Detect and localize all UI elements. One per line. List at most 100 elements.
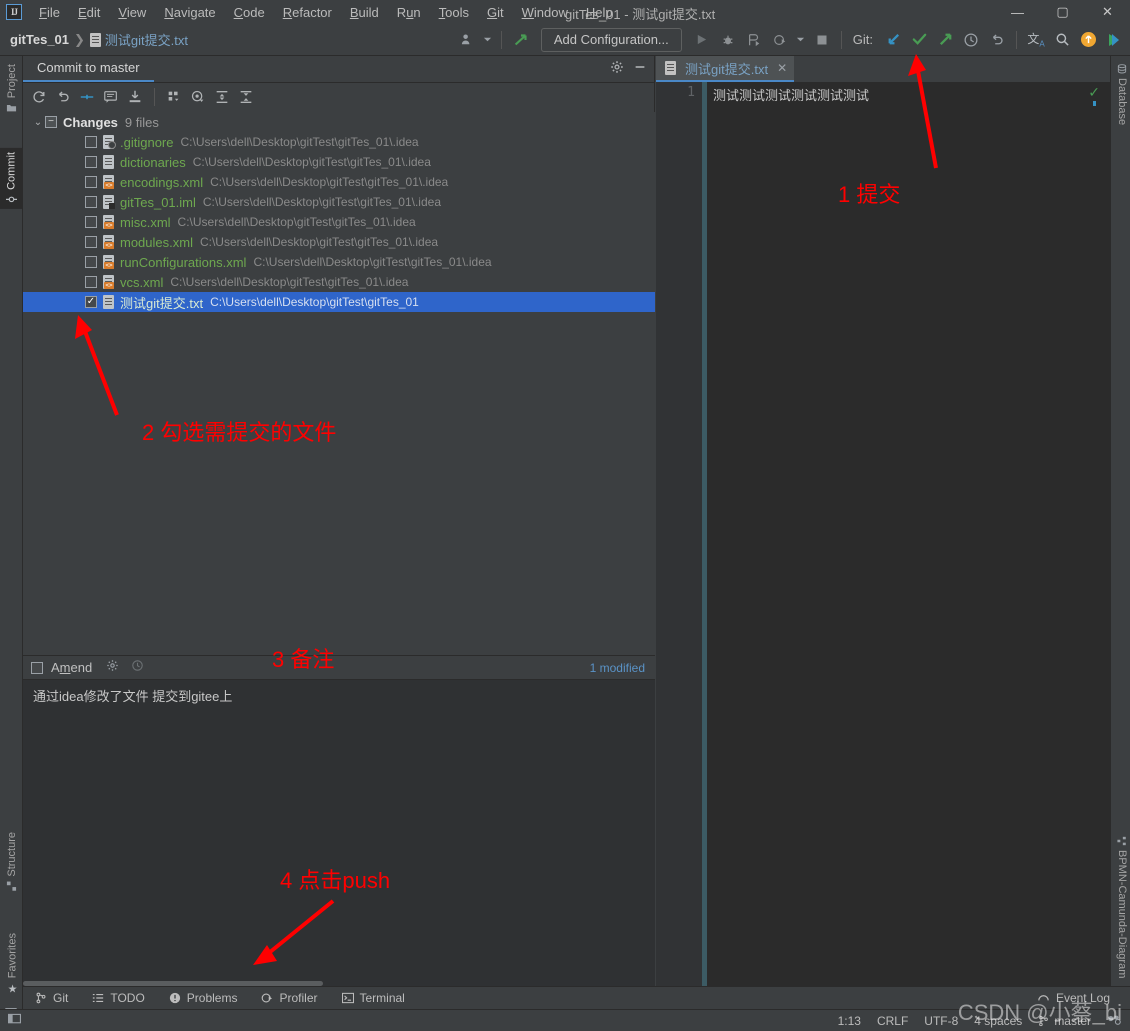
menu-edit[interactable]: Edit bbox=[69, 2, 109, 23]
update-icon[interactable] bbox=[124, 86, 146, 108]
file-checkbox[interactable] bbox=[85, 236, 97, 248]
bottom-tab-terminal[interactable]: Terminal bbox=[330, 987, 417, 1010]
run-config-dropdown-icon[interactable] bbox=[794, 28, 808, 52]
bottom-tab-git[interactable]: Git bbox=[23, 987, 80, 1010]
git-history-icon[interactable] bbox=[959, 28, 983, 52]
minimize-button[interactable]: — bbox=[995, 0, 1040, 24]
text-file-icon bbox=[103, 295, 115, 309]
group-by-icon[interactable] bbox=[163, 86, 185, 108]
file-encoding[interactable]: UTF-8 bbox=[924, 1014, 958, 1028]
search-icon[interactable] bbox=[1050, 28, 1074, 52]
bottom-tab-todo[interactable]: TODO bbox=[80, 987, 156, 1010]
commit-message-text[interactable]: 通过idea修改了文件 提交到gitee上 bbox=[23, 680, 655, 714]
status-layout-icon[interactable] bbox=[8, 1012, 22, 1030]
menu-build[interactable]: Build bbox=[341, 2, 388, 23]
commit-message-history-icon[interactable] bbox=[100, 86, 122, 108]
sidebar-item-commit[interactable]: Commit bbox=[0, 148, 23, 209]
code-text-area[interactable]: 测试测试测试测试测试测试 ✓ bbox=[707, 82, 1110, 986]
caret-position[interactable]: 1:13 bbox=[838, 1014, 861, 1028]
sidebar-item-database[interactable]: Database bbox=[1112, 60, 1130, 129]
git-push-icon[interactable] bbox=[933, 28, 957, 52]
translate-icon[interactable]: 文A bbox=[1024, 28, 1048, 52]
search-everywhere-arrow-icon[interactable] bbox=[509, 28, 533, 52]
editor-tab-file[interactable]: 测试git提交.txt ✕ bbox=[656, 56, 795, 82]
file-checkbox[interactable] bbox=[85, 256, 97, 268]
upload-badge-icon[interactable] bbox=[1076, 28, 1100, 52]
file-checkbox[interactable] bbox=[85, 216, 97, 228]
stop-icon[interactable] bbox=[810, 28, 834, 52]
minimize-panel-icon[interactable] bbox=[633, 60, 647, 79]
run-icon[interactable] bbox=[690, 28, 714, 52]
table-row-selected[interactable]: ✓ 测试git提交.txt C:\Users\dell\Desktop\gitT… bbox=[23, 292, 655, 312]
shelve-changes-icon[interactable] bbox=[76, 86, 98, 108]
menu-refactor[interactable]: Refactor bbox=[274, 2, 341, 23]
bottom-tab-profiler[interactable]: Profiler bbox=[249, 987, 329, 1010]
line-separator[interactable]: CRLF bbox=[877, 1014, 908, 1028]
sidebar-item-bpmn-diagram[interactable]: BPMN-Camunda-Diagram bbox=[1112, 832, 1130, 982]
expand-all-icon[interactable] bbox=[211, 86, 233, 108]
git-update-project-icon[interactable] bbox=[881, 28, 905, 52]
commit-message-box[interactable]: 通过idea修改了文件 提交到gitee上 bbox=[23, 679, 655, 1009]
preview-diff-icon[interactable] bbox=[187, 86, 209, 108]
git-commit-icon[interactable] bbox=[907, 28, 931, 52]
git-branch-widget[interactable]: master bbox=[1038, 1014, 1091, 1028]
menu-file[interactable]: File bbox=[30, 2, 69, 23]
event-log-button[interactable]: Event Log bbox=[1025, 987, 1122, 1010]
file-checkbox[interactable] bbox=[85, 156, 97, 168]
git-rollback-icon[interactable] bbox=[985, 28, 1009, 52]
table-row[interactable]: gitTes_01.iml C:\Users\dell\Desktop\gitT… bbox=[23, 192, 655, 212]
rollback-icon[interactable] bbox=[52, 86, 74, 108]
amend-checkbox[interactable] bbox=[31, 661, 43, 674]
profile-icon[interactable] bbox=[768, 28, 792, 52]
sidebar-item-favorites[interactable]: ★ Favorites bbox=[2, 929, 23, 999]
indent-setting[interactable]: 4 spaces bbox=[974, 1014, 1022, 1028]
table-row[interactable]: <> runConfigurations.xml C:\Users\dell\D… bbox=[23, 252, 655, 272]
table-row[interactable]: dictionaries C:\Users\dell\Desktop\gitTe… bbox=[23, 152, 655, 172]
changes-root-node[interactable]: ⌄ − Changes 9 files bbox=[23, 112, 655, 132]
status-notifications-icon[interactable] bbox=[1107, 1013, 1122, 1029]
table-row[interactable]: <> vcs.xml C:\Users\dell\Desktop\gitTest… bbox=[23, 272, 655, 292]
chevron-down-icon[interactable] bbox=[482, 28, 494, 52]
run-anything-icon[interactable] bbox=[1102, 28, 1126, 52]
refresh-icon[interactable] bbox=[28, 86, 50, 108]
file-checkbox[interactable] bbox=[85, 196, 97, 208]
changes-tristate-checkbox[interactable]: − bbox=[45, 116, 57, 128]
star-icon: ★ bbox=[6, 982, 18, 995]
commit-history-clock-icon[interactable] bbox=[131, 659, 144, 677]
breadcrumb-project[interactable]: gitTes_01 bbox=[10, 32, 69, 47]
debug-icon[interactable] bbox=[716, 28, 740, 52]
maximize-button[interactable]: ▢ bbox=[1040, 0, 1085, 24]
menu-tools[interactable]: Tools bbox=[430, 2, 478, 23]
add-configuration-button[interactable]: Add Configuration... bbox=[540, 27, 682, 52]
inspection-ok-icon[interactable]: ✓ bbox=[1088, 84, 1100, 101]
text-file-icon bbox=[103, 155, 115, 169]
navigation-toolbar: gitTes_01 ❯ 测试git提交.txt Add Configuratio… bbox=[0, 24, 1130, 56]
commit-to-master-tab[interactable]: Commit to master bbox=[23, 56, 154, 82]
sidebar-item-structure[interactable]: Structure bbox=[2, 828, 22, 896]
file-checkbox[interactable] bbox=[85, 136, 97, 148]
bottom-tab-problems[interactable]: Problems bbox=[157, 987, 250, 1010]
sidebar-item-project[interactable]: Project bbox=[2, 60, 22, 117]
menu-run[interactable]: Run bbox=[388, 2, 430, 23]
table-row[interactable]: <> encodings.xml C:\Users\dell\Desktop\g… bbox=[23, 172, 655, 192]
table-row[interactable]: <> modules.xml C:\Users\dell\Desktop\git… bbox=[23, 232, 655, 252]
table-row[interactable]: .gitignore C:\Users\dell\Desktop\gitTest… bbox=[23, 132, 655, 152]
menu-navigate[interactable]: Navigate bbox=[155, 2, 224, 23]
close-tab-icon[interactable]: ✕ bbox=[777, 61, 787, 75]
file-checkbox[interactable] bbox=[85, 276, 97, 288]
commit-options-gear-icon[interactable] bbox=[106, 659, 119, 677]
table-row[interactable]: <> misc.xml C:\Users\dell\Desktop\gitTes… bbox=[23, 212, 655, 232]
run-with-coverage-icon[interactable] bbox=[742, 28, 766, 52]
file-checkbox[interactable] bbox=[85, 176, 97, 188]
breadcrumb-file[interactable]: 测试git提交.txt bbox=[105, 30, 188, 49]
menu-git[interactable]: Git bbox=[478, 2, 513, 23]
file-checkbox-checked[interactable]: ✓ bbox=[85, 296, 97, 308]
editor-body[interactable]: 1 测试测试测试测试测试测试 ✓ bbox=[656, 82, 1110, 986]
menu-code[interactable]: Code bbox=[225, 2, 274, 23]
gear-icon[interactable] bbox=[610, 60, 624, 79]
close-button[interactable]: ✕ bbox=[1085, 0, 1130, 24]
chevron-down-icon[interactable]: ⌄ bbox=[31, 117, 45, 128]
account-icon[interactable] bbox=[456, 28, 480, 52]
menu-view[interactable]: View bbox=[109, 2, 155, 23]
collapse-all-icon[interactable] bbox=[235, 86, 257, 108]
